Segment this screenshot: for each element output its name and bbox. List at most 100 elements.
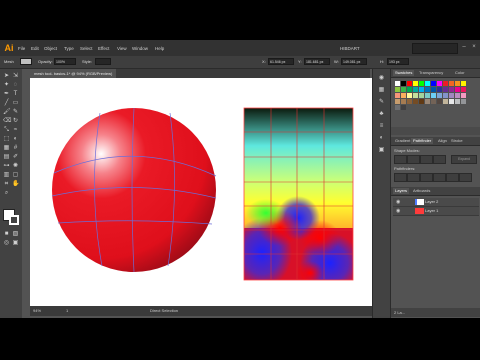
swatch[interactable] [395,81,400,86]
swatch[interactable] [431,87,436,92]
direct-selection-tool-icon[interactable]: ⇲ [12,73,19,80]
swatch-grid[interactable] [395,81,466,123]
swatch[interactable] [413,93,418,98]
swatch[interactable] [401,105,406,110]
tab-stroke[interactable]: Stroke [449,138,465,144]
swatch[interactable] [455,99,460,104]
swatch[interactable] [407,93,412,98]
unite-button[interactable] [394,155,407,164]
h-field[interactable]: 193 px [387,58,409,65]
swatch[interactable] [413,99,418,104]
tab-swatches[interactable]: Swatches [393,70,415,76]
gradient-tool-icon[interactable]: ▤ [3,154,10,161]
swatch[interactable] [431,93,436,98]
swatch[interactable] [425,87,430,92]
visibility-eye-icon[interactable]: ◉ [396,199,400,205]
expand-button[interactable]: Expand [451,155,477,164]
gradient-mode-icon[interactable]: ▧ [12,231,19,238]
minus-back-button[interactable] [459,173,472,182]
tab-color[interactable]: Color [453,70,467,76]
w-field[interactable]: 149.081 px [341,58,367,65]
tab-pathfinder[interactable]: Pathfinder [411,138,434,144]
swatch[interactable] [401,99,406,104]
pen-tool-icon[interactable]: ✒ [3,91,10,98]
swatch[interactable] [443,99,448,104]
swatch[interactable] [431,99,436,104]
menu-effect[interactable]: Effect [98,46,109,51]
tab-artboards[interactable]: Artboards [411,188,432,194]
swatch[interactable] [419,93,424,98]
swatch[interactable] [419,81,424,86]
tab-transparency[interactable]: Transparency [417,70,445,76]
menu-window[interactable]: Window [132,46,148,51]
swatch[interactable] [461,87,466,92]
pencil-icon[interactable]: ✎ [12,109,19,116]
search-stock-input[interactable] [412,43,458,54]
layer-row[interactable]: ◉ Layer 2 [393,198,479,207]
appearance-panel-icon[interactable]: ◐ [378,135,385,142]
symbols-panel-icon[interactable]: ♣ [378,111,385,118]
artboard[interactable] [30,78,373,306]
width-tool-icon[interactable]: ≈ [12,127,19,134]
layer-row[interactable]: ◉ Layer 1 [393,207,479,216]
layer-name[interactable]: Layer 2 [425,199,438,204]
swatch[interactable] [449,99,454,104]
document-tab[interactable]: mesh tool- basics-1* @ 94% (RGB/Preview) [30,69,117,78]
swatch[interactable] [461,93,466,98]
rotate-icon[interactable]: ↻ [12,118,19,125]
merge-button[interactable] [420,173,433,182]
mesh-tool-icon[interactable]: # [12,145,19,152]
magic-wand-icon[interactable]: ✦ [3,82,10,89]
swatch[interactable] [407,81,412,86]
swatch[interactable] [443,81,448,86]
stroke-panel-icon[interactable]: ≡ [378,123,385,130]
tab-align[interactable]: Align [436,138,449,144]
menu-help[interactable]: Help [155,46,164,51]
workspace-switcher[interactable]: HIBDART [340,46,360,51]
type-tool-icon[interactable]: T [12,91,19,98]
scale-icon[interactable]: ⤡ [3,127,10,134]
swatch[interactable] [449,81,454,86]
outline-button[interactable] [446,173,459,182]
swatch[interactable] [425,99,430,104]
swatch[interactable] [395,105,400,110]
screen-mode-icon[interactable]: ▣ [12,240,19,247]
divide-button[interactable] [394,173,407,182]
stroke-color-icon[interactable] [9,215,19,225]
color-guide-icon[interactable]: ▦ [378,87,385,94]
swatch[interactable] [437,87,442,92]
menu-object[interactable]: Object [44,46,57,51]
exclude-button[interactable] [433,155,446,164]
trim-button[interactable] [407,173,420,182]
swatch[interactable] [431,81,436,86]
menu-edit[interactable]: Edit [31,46,39,51]
shape-builder-icon[interactable]: ◐ [12,136,19,143]
swatch[interactable] [419,99,424,104]
brushes-panel-icon[interactable]: ✎ [378,99,385,106]
intersect-button[interactable] [420,155,433,164]
fill-swatch[interactable] [20,58,32,65]
menu-file[interactable]: File [18,46,25,51]
artboard-number[interactable]: 1 [66,308,68,313]
eraser-icon[interactable]: ⌫ [3,118,11,125]
menu-view[interactable]: View [117,46,127,51]
swatch[interactable] [401,93,406,98]
artboard-tool-icon[interactable]: ▢ [12,172,19,179]
swatch[interactable] [401,87,406,92]
graph-tool-icon[interactable]: ▥ [3,172,10,179]
y-field[interactable]: 181.681 px [304,58,330,65]
swatch[interactable] [455,81,460,86]
paintbrush-icon[interactable]: 🖌 [3,109,11,116]
perspective-grid-icon[interactable]: ▦ [3,145,10,152]
color-mode-icon[interactable]: ■ [3,231,10,238]
swatch[interactable] [413,81,418,86]
tab-layers[interactable]: Layers [393,188,410,194]
zoom-tool-icon[interactable]: ⌕ [3,190,10,197]
style-picker[interactable] [95,58,111,65]
free-transform-icon[interactable]: ⬚ [3,136,10,143]
symbol-sprayer-icon[interactable]: ✺ [12,163,19,170]
zoom-level[interactable]: 94% [33,308,41,313]
artwork-canvas[interactable] [30,78,373,306]
swatch[interactable] [461,81,466,86]
swatch[interactable] [407,99,412,104]
